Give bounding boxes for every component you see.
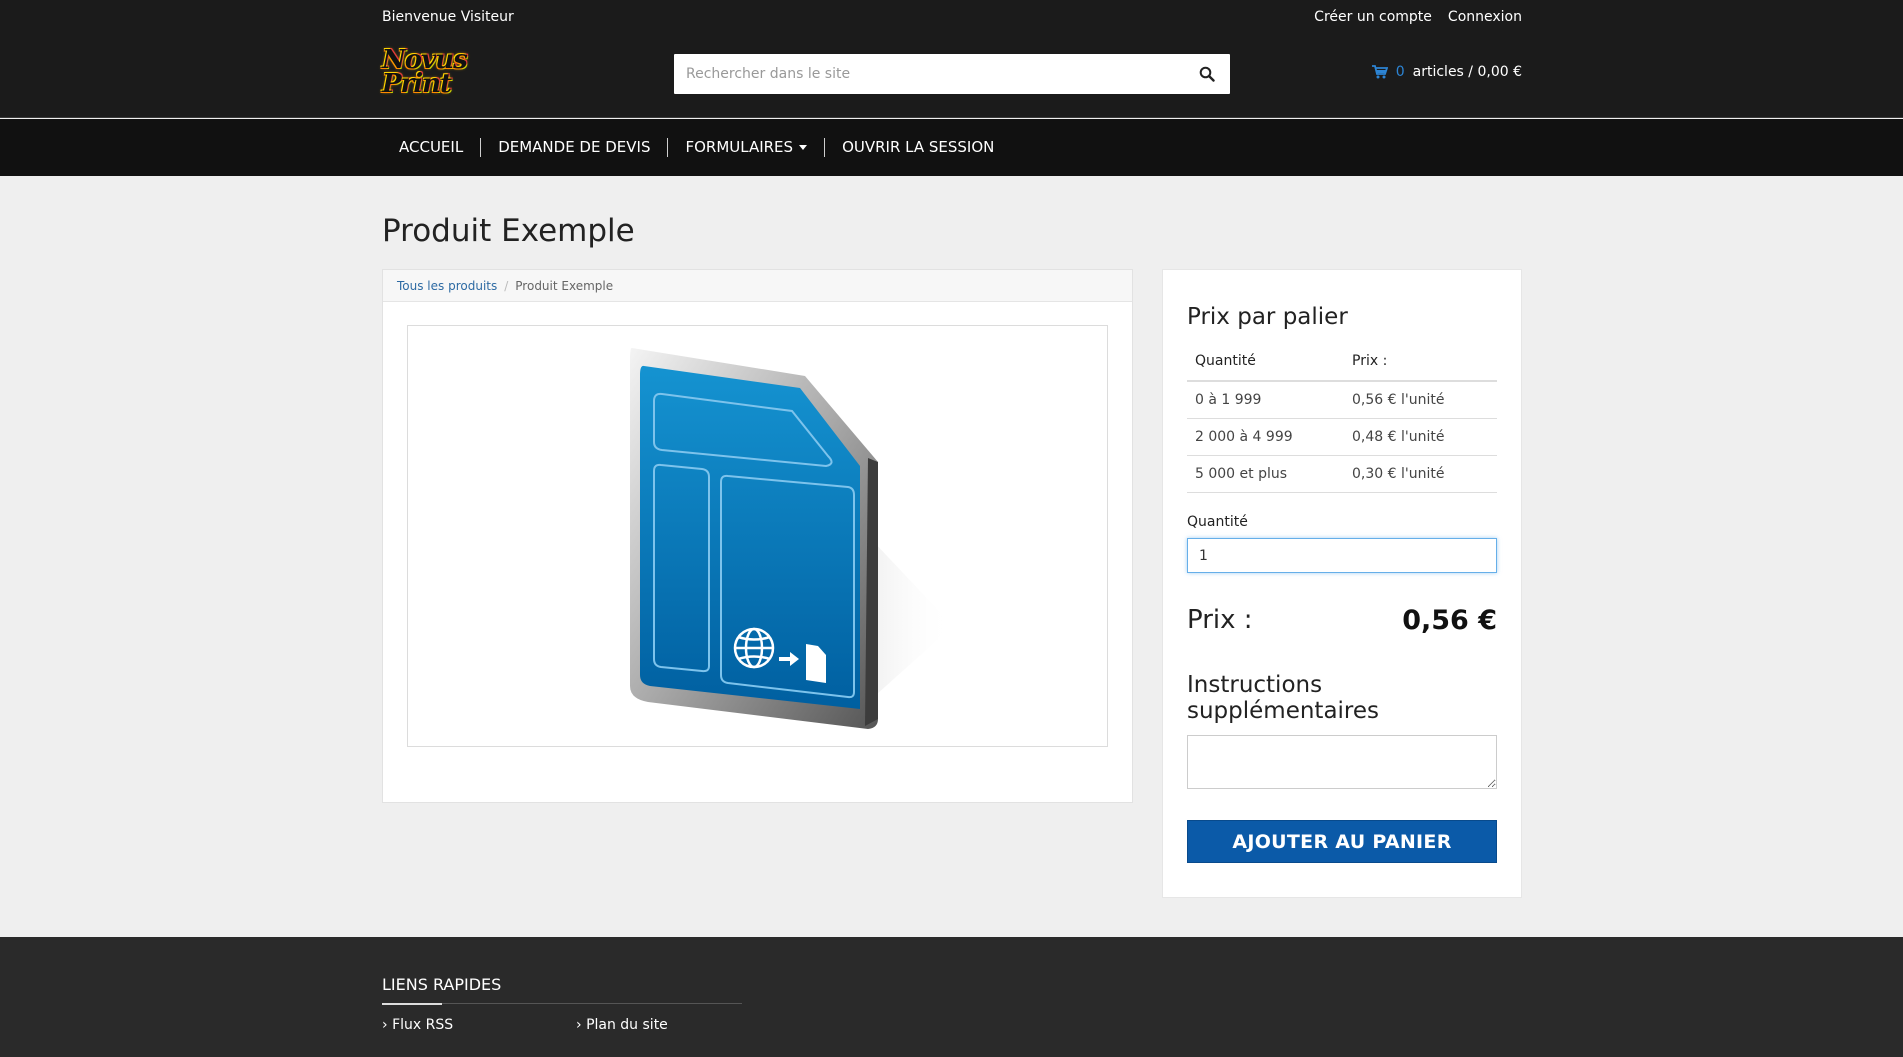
login-link[interactable]: Connexion [1448, 9, 1522, 25]
caret-down-icon [799, 145, 808, 150]
product-illustration [630, 347, 953, 729]
table-row: 5 000 et plus 0,30 € l'unité [1187, 455, 1497, 493]
logo-word-2: Print [382, 69, 452, 99]
footer-link-rss[interactable]: › Flux RSS [382, 1017, 453, 1033]
site-logo[interactable]: Novus Print [382, 47, 478, 100]
add-to-cart-button[interactable]: AJOUTER AU PANIER [1187, 820, 1497, 863]
tier-price: 0,30 € l'unité [1344, 455, 1497, 493]
instructions-label: Instructions supplémentaires [1187, 672, 1380, 724]
page-title: Produit Exemple [382, 213, 635, 249]
instructions-textarea[interactable] [1187, 735, 1497, 789]
tier-quantity: 5 000 et plus [1187, 455, 1344, 493]
product-image[interactable] [407, 325, 1108, 747]
main-nav: ACCUEIL DEMANDE DE DEVIS FORMULAIRES OUV… [0, 119, 1903, 176]
search-input[interactable] [674, 54, 1174, 94]
search-button[interactable] [1184, 54, 1230, 94]
top-header: Bienvenue Visiteur Créer un compte Conne… [0, 0, 1903, 118]
footer-link-sitemap-label: Plan du site [586, 1017, 668, 1033]
footer: LIENS RAPIDES › Flux RSS › Plan du site [0, 937, 1903, 1057]
search-icon [1199, 66, 1215, 82]
nav-demande-de-devis[interactable]: DEMANDE DE DEVIS [480, 138, 667, 157]
pricing-header-row: Quantité Prix : [1187, 341, 1497, 382]
breadcrumb-separator: / [504, 278, 509, 293]
chevron-right-icon: › [576, 1017, 582, 1033]
footer-link-rss-label: Flux RSS [392, 1017, 454, 1033]
nav-accueil[interactable]: ACCUEIL [382, 138, 480, 157]
search-box [674, 54, 1230, 94]
account-links: Créer un compte Connexion [1314, 9, 1522, 25]
cart-icon [1371, 65, 1388, 79]
tier-price: 0,56 € l'unité [1344, 381, 1497, 419]
footer-link-sitemap[interactable]: › Plan du site [576, 1017, 668, 1033]
quantity-input[interactable] [1187, 538, 1497, 573]
tier-quantity: 0 à 1 999 [1187, 381, 1344, 419]
breadcrumb-all-products[interactable]: Tous les produits [397, 279, 497, 293]
price-summary: Prix : 0,56 € [1187, 600, 1497, 640]
breadcrumb: Tous les produits / Produit Exemple [383, 270, 1132, 302]
create-account-link[interactable]: Créer un compte [1314, 9, 1432, 25]
footer-title: LIENS RAPIDES [382, 975, 502, 994]
nav-session-label: OUVRIR LA SESSION [842, 138, 995, 156]
breadcrumb-current: Produit Exemple [515, 278, 614, 293]
table-row: 2 000 à 4 999 0,48 € l'unité [1187, 418, 1497, 456]
welcome-text: Bienvenue Visiteur [382, 9, 514, 25]
price-label: Prix : [1187, 605, 1253, 635]
cart-count: 0 [1395, 64, 1405, 80]
column-header-price: Prix : [1344, 341, 1497, 382]
tier-price: 0,48 € l'unité [1344, 418, 1497, 456]
nav-formulaires-dropdown[interactable]: FORMULAIRES [667, 138, 824, 157]
product-image-panel: Tous les produits / Produit Exemple [382, 269, 1133, 803]
table-row: 0 à 1 999 0,56 € l'unité [1187, 381, 1497, 419]
pricing-table: Quantité Prix : 0 à 1 999 0,56 € l'unité… [1187, 341, 1497, 493]
cart-total: articles / 0,00 € [1412, 64, 1522, 80]
chevron-right-icon: › [382, 1017, 388, 1033]
nav-formulaires-label: FORMULAIRES [685, 138, 794, 156]
nav-accueil-label: ACCUEIL [399, 138, 464, 156]
quantity-label: Quantité [1187, 514, 1248, 530]
column-header-quantity: Quantité [1187, 341, 1344, 382]
pricing-title: Prix par palier [1187, 304, 1348, 330]
footer-divider-accent [382, 1003, 442, 1005]
cart-summary[interactable]: 0 articles / 0,00 € [1371, 64, 1522, 80]
nav-ouvrir-la-session[interactable]: OUVRIR LA SESSION [824, 138, 1011, 157]
tier-quantity: 2 000 à 4 999 [1187, 418, 1344, 456]
price-value: 0,56 € [1402, 604, 1497, 636]
nav-devis-label: DEMANDE DE DEVIS [498, 138, 651, 156]
pricing-panel: Prix par palier Quantité Prix : 0 à 1 99… [1162, 269, 1522, 898]
